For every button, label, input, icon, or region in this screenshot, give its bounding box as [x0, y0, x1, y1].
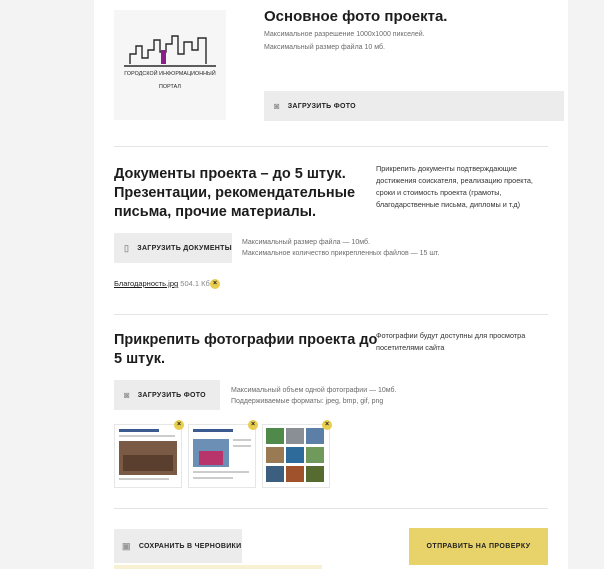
bottom-strip	[114, 565, 322, 569]
remove-photo-icon[interactable]: ×	[322, 420, 332, 430]
remove-photo-icon[interactable]: ×	[174, 420, 184, 430]
documents-side-line: благодарственные письма, дипломы и т.д)	[376, 200, 521, 209]
documents-side-line: Прикрепить документы подтверждающие	[376, 164, 517, 173]
save-draft-label: СОХРАНИТЬ В ЧЕРНОВИКИ	[138, 542, 242, 550]
main-photo-hint-resolution: Максимальное разрешение 1000x1000 пиксел…	[264, 31, 425, 38]
camera-icon: ◙	[124, 390, 130, 400]
attached-file-link[interactable]: Благодарность.jpg	[114, 279, 178, 288]
divider	[114, 314, 548, 315]
photos-side-line: посетителями сайта	[376, 343, 445, 352]
logo-text-2: ПОРТАЛ	[158, 84, 181, 90]
project-logo-image: ГОРОДСКОЙ ИНФОРМАЦИОННЫЙ ПОРТАЛ	[114, 10, 226, 120]
upload-photos-button[interactable]: ◙ ЗАГРУЗИТЬ ФОТО	[114, 380, 220, 410]
form-card: ГОРОДСКОЙ ИНФОРМАЦИОННЫЙ ПОРТАЛ Основное…	[94, 0, 568, 569]
remove-photo-icon[interactable]: ×	[248, 420, 258, 430]
camera-icon: ◙	[274, 101, 280, 111]
documents-side-text: Прикрепить документы подтверждающие дост…	[376, 163, 533, 211]
logo-text-1: ГОРОДСКОЙ ИНФОРМАЦИОННЫЙ	[124, 71, 216, 77]
upload-main-photo-label: ЗАГРУЗИТЬ ФОТО	[287, 102, 356, 110]
photo-thumbnail[interactable]	[188, 424, 256, 488]
photos-title-2: 5 штук.	[114, 351, 165, 367]
documents-title-2: Презентации, рекомендательные	[114, 185, 356, 201]
photos-title-1: Прикрепить фотографии проекта до	[114, 332, 378, 348]
documents-side-line: достижения соискателя, реализацию проект…	[376, 176, 533, 185]
photos-side-line: Фотографии будут доступны для просмотра	[376, 331, 526, 340]
photo-thumbnail[interactable]	[114, 424, 182, 488]
save-draft-button[interactable]: ▣ СОХРАНИТЬ В ЧЕРНОВИКИ	[114, 529, 242, 563]
attached-file: Благодарность.jpg 504.1 Кб	[114, 279, 210, 288]
photo-thumbnail[interactable]	[262, 424, 330, 488]
divider	[114, 146, 548, 147]
book-icon: ▯	[124, 242, 130, 253]
attached-file-size: 504.1 Кб	[180, 279, 210, 288]
photos-side-text: Фотографии будут доступны для просмотра …	[376, 330, 525, 354]
divider	[114, 508, 548, 509]
city-logo-graphic	[124, 35, 216, 67]
photos-hint-formats: Поддерживаемые форматы: jpeg, bmp, gif, …	[231, 398, 384, 405]
upload-documents-button[interactable]: ▯ ЗАГРУЗИТЬ ДОКУМЕНТЫ	[114, 233, 232, 263]
documents-title-3: письма, прочие материалы.	[114, 204, 317, 220]
submit-label: ОТПРАВИТЬ НА ПРОВЕРКУ	[426, 543, 531, 550]
submit-for-review-button[interactable]: ОТПРАВИТЬ НА ПРОВЕРКУ	[409, 528, 548, 565]
main-photo-hint-size: Максимальный размер файла 10 мб.	[264, 44, 385, 51]
documents-side-line: сроки и стоимость проекта (грамоты,	[376, 188, 502, 197]
documents-title-1: Документы проекта – до 5 штук.	[114, 166, 346, 182]
upload-documents-label: ЗАГРУЗИТЬ ДОКУМЕНТЫ	[137, 244, 232, 252]
save-icon: ▣	[122, 540, 131, 551]
upload-photos-label: ЗАГРУЗИТЬ ФОТО	[137, 391, 206, 399]
documents-hint-count: Максимальное количество прикрепленных фа…	[242, 250, 440, 257]
main-photo-title: Основное фото проекта.	[264, 8, 448, 25]
remove-file-icon[interactable]: ×	[210, 279, 220, 289]
upload-main-photo-button[interactable]: ◙ ЗАГРУЗИТЬ ФОТО	[264, 91, 564, 121]
